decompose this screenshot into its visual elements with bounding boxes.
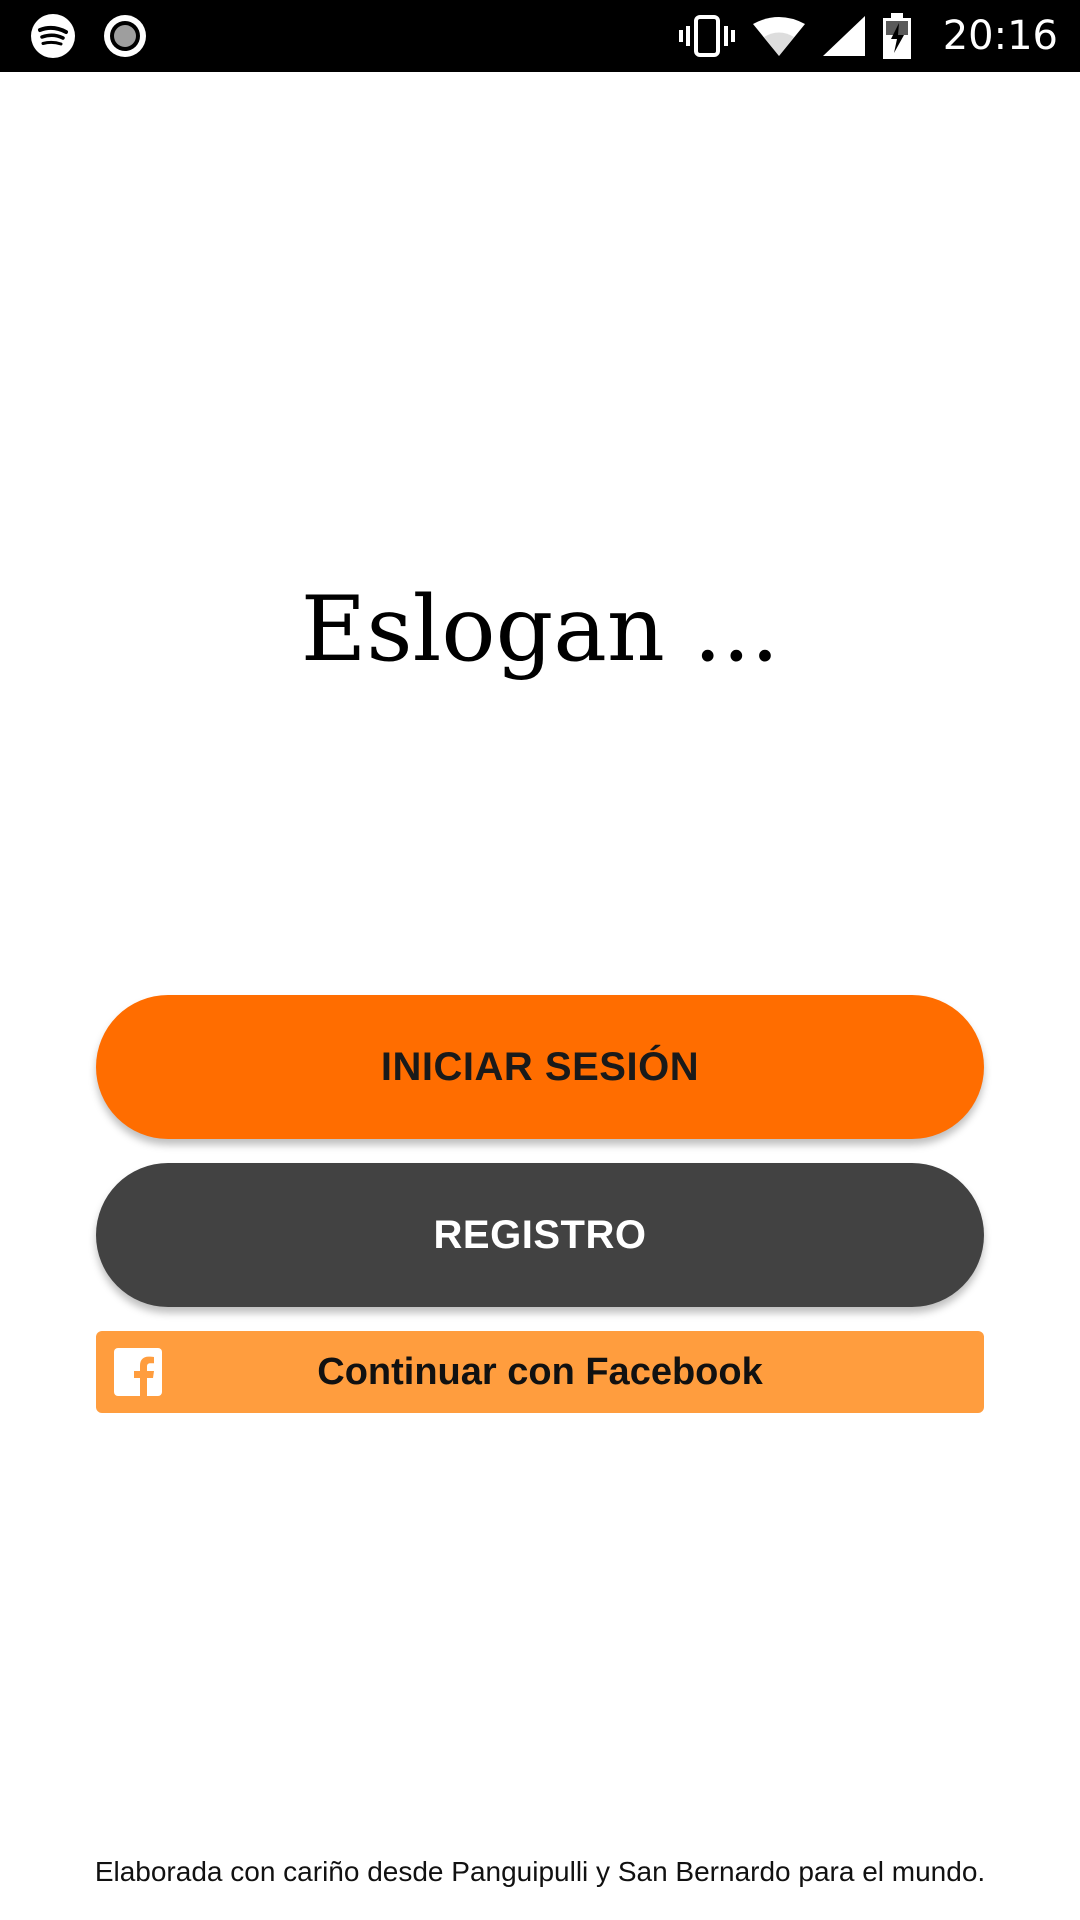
battery-charging-icon bbox=[882, 13, 911, 59]
footer-credits: Elaborada con cariño desde Panguipulli y… bbox=[94, 1856, 986, 1887]
login-button[interactable]: INICIAR SESIÓN bbox=[96, 995, 984, 1139]
facebook-button-label: Continuar con Facebook bbox=[317, 1350, 763, 1393]
wifi-icon bbox=[752, 17, 805, 56]
record-icon bbox=[104, 15, 146, 57]
slogan-text: Eslogan ... bbox=[300, 577, 780, 682]
signal-icon bbox=[822, 16, 865, 56]
facebook-login-button[interactable]: Continuar con Facebook bbox=[96, 1331, 984, 1413]
login-button-label: INICIAR SESIÓN bbox=[380, 1044, 700, 1089]
clock: 20:16 bbox=[942, 13, 1058, 59]
vibrate-icon bbox=[678, 15, 735, 57]
spotify-icon bbox=[31, 14, 75, 58]
register-button[interactable]: REGISTRO bbox=[96, 1163, 984, 1307]
system-icons: 20:16 bbox=[678, 10, 1058, 62]
register-button-label: REGISTRO bbox=[433, 1212, 647, 1257]
status-bar: 20:16 bbox=[0, 0, 1080, 72]
facebook-icon bbox=[114, 1348, 162, 1396]
notification-icons bbox=[30, 14, 148, 58]
